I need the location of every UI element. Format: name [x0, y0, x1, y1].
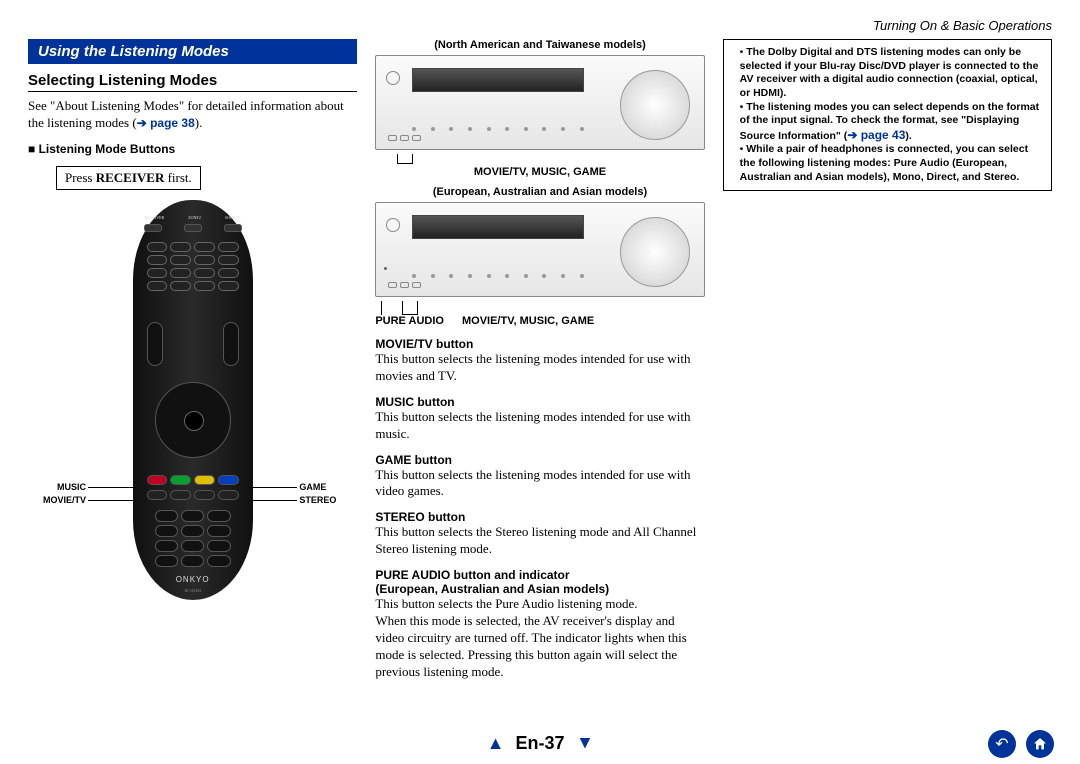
front-panel-eu	[375, 202, 704, 297]
pure-audio-p1: This button selects the Pure Audio liste…	[375, 596, 704, 613]
note-2-pageref[interactable]: page 43	[861, 128, 906, 142]
movietv-button-text: This button selects the listening modes …	[375, 351, 704, 385]
page-footer: ▲ En-37 ▲	[0, 732, 1080, 754]
subsection-heading: Selecting Listening Modes	[28, 72, 357, 89]
next-page-icon[interactable]: ▲	[576, 733, 594, 754]
note-1: The Dolby Digital and DTS listening mode…	[740, 46, 1039, 99]
note-2-link[interactable]: ➔ page 43	[847, 128, 905, 142]
page-number: En-37	[515, 733, 564, 753]
home-icon[interactable]	[1026, 730, 1054, 758]
callout-bold: RECEIVER	[96, 170, 165, 185]
movietv-button-head: MOVIE/TV button	[375, 337, 704, 351]
panel-eu-label: (European, Australian and Asian models)	[375, 186, 704, 198]
pure-audio-sub: (European, Australian and Asian models)	[375, 582, 704, 596]
pure-audio-head: PURE AUDIO button and indicator	[375, 568, 704, 582]
prev-page-icon[interactable]: ▲	[487, 733, 505, 754]
callout-pre: Press	[65, 170, 96, 185]
remote-label-music: MUSIC	[28, 482, 86, 492]
column-2: (North American and Taiwanese models) MO…	[375, 39, 704, 681]
remote-label-movietv: MOVIE/TV	[28, 495, 86, 505]
callout-post: first.	[164, 170, 191, 185]
game-button-head: GAME button	[375, 453, 704, 467]
column-1: Using the Listening Modes Selecting List…	[28, 39, 357, 681]
panel-eu-caption-right: MOVIE/TV, MUSIC, GAME	[462, 315, 594, 327]
music-button-text: This button selects the listening modes …	[375, 409, 704, 443]
remote-model: RC-834M	[133, 588, 253, 593]
intro-link[interactable]: ➔ page 38	[137, 116, 195, 130]
page-ref[interactable]: page 38	[150, 116, 195, 130]
pure-audio-p2: When this mode is selected, the AV recei…	[375, 613, 704, 681]
remote-illustration: RECEIVER ZONE2 SOURCE	[28, 200, 357, 610]
stereo-button-text: This button selects the Stereo listening…	[375, 524, 704, 558]
remote-logo: ONKYO	[133, 575, 253, 584]
back-icon[interactable]: ↶	[988, 730, 1016, 758]
panel-eu-caption-left: PURE AUDIO	[375, 315, 444, 327]
notes-box: The Dolby Digital and DTS listening mode…	[723, 39, 1052, 191]
remote-top-receiver: RECEIVER	[145, 215, 165, 220]
remote-label-stereo: STEREO	[299, 495, 357, 505]
intro-text: See "About Listening Modes" for detailed…	[28, 98, 357, 132]
panel-na-caption: MOVIE/TV, MUSIC, GAME	[375, 166, 704, 178]
remote-label-game: GAME	[299, 482, 357, 492]
arrow-icon: ➔	[137, 116, 147, 130]
chapter-title: Turning On & Basic Operations	[28, 18, 1052, 33]
remote-top-zone2: ZONE2	[188, 215, 201, 220]
note-2-close: ).	[905, 130, 911, 142]
stereo-button-head: STEREO button	[375, 510, 704, 524]
intro-close: ).	[195, 115, 203, 130]
section-title-bar: Using the Listening Modes	[28, 39, 357, 64]
press-receiver-callout: Press RECEIVER first.	[56, 166, 201, 190]
note-3: While a pair of headphones is connected,…	[740, 143, 1028, 182]
front-panel-na	[375, 55, 704, 150]
panel-na-label: (North American and Taiwanese models)	[375, 39, 704, 51]
listening-mode-buttons-label: ■ Listening Mode Buttons	[28, 142, 357, 156]
remote-body: RECEIVER ZONE2 SOURCE	[133, 200, 253, 600]
column-3: The Dolby Digital and DTS listening mode…	[723, 39, 1052, 681]
music-button-head: MUSIC button	[375, 395, 704, 409]
remote-top-source: SOURCE	[225, 215, 241, 220]
game-button-text: This button selects the listening modes …	[375, 467, 704, 501]
